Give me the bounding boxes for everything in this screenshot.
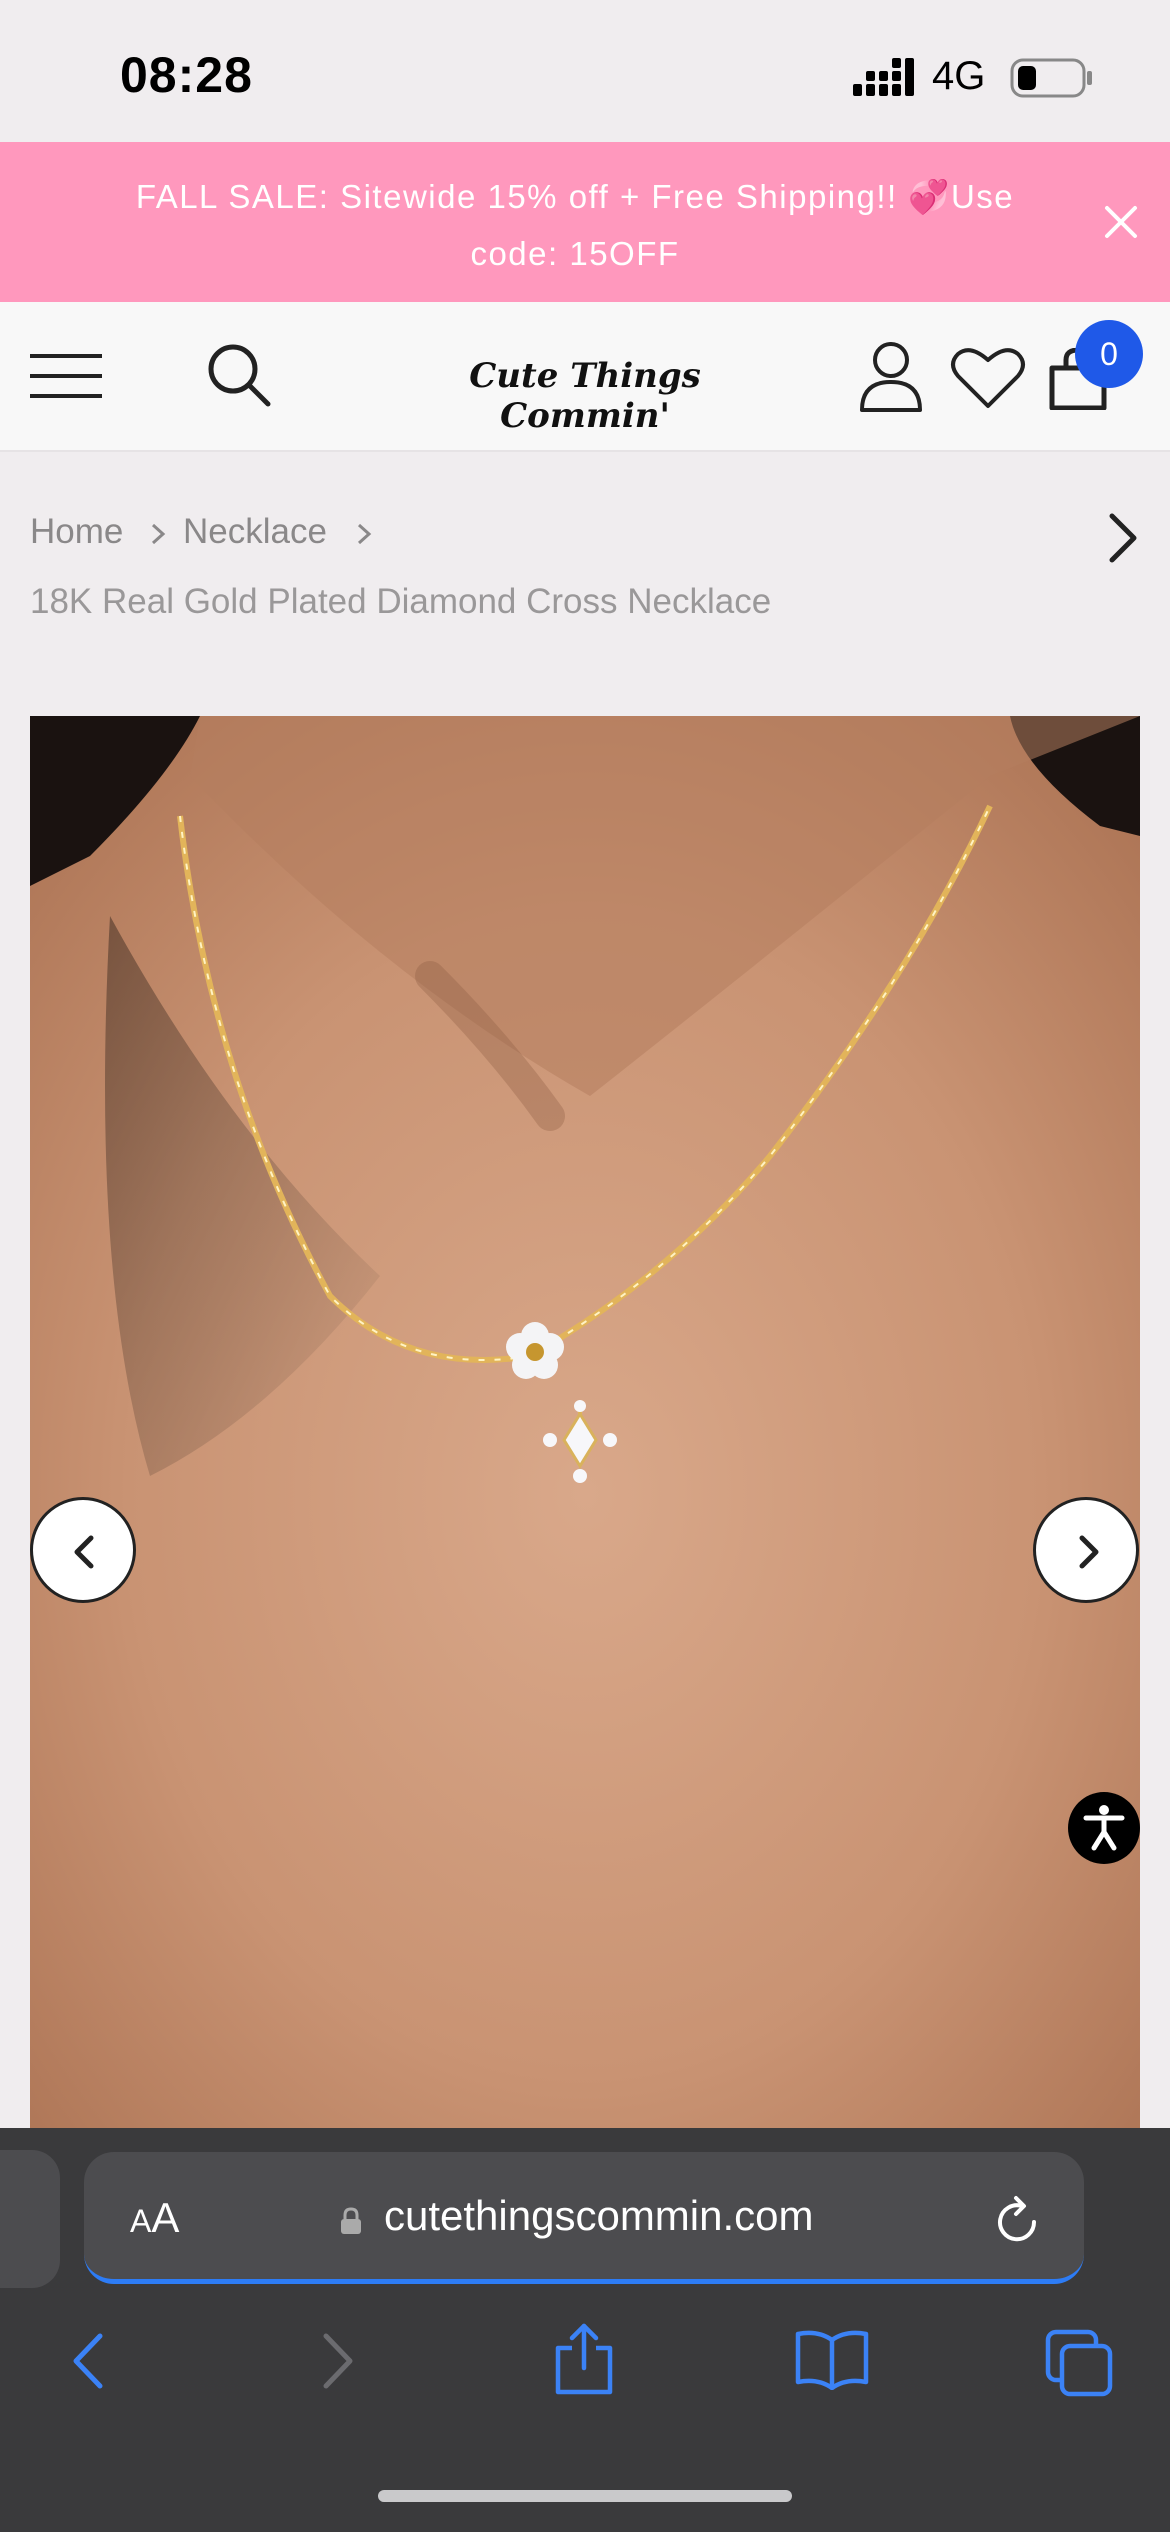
chevron-right-icon [357, 523, 372, 545]
promo-banner: FALL SALE: Sitewide 15% off + Free Shipp… [0, 142, 1170, 302]
necklace-photo [30, 716, 1140, 2130]
text-size-small-label: A [130, 2203, 152, 2239]
gallery-prev-button[interactable] [30, 1497, 136, 1603]
battery-low-icon [1010, 58, 1092, 98]
status-time: 08:28 [120, 47, 253, 103]
network-type: 4G [932, 54, 986, 98]
heart-icon[interactable] [950, 346, 1026, 410]
signal-bars-icon [853, 58, 914, 96]
lock-icon [341, 2207, 361, 2234]
logo-text: Cute Things Commin' [469, 356, 701, 436]
address-bar[interactable]: AA cutethingscommin.com [84, 2152, 1084, 2284]
breadcrumb-home-link[interactable]: Home [30, 512, 123, 552]
breadcrumb: Home Necklace 18K Real Gold Plated Diamo… [30, 512, 1130, 632]
forward-arrow-icon[interactable] [316, 2330, 360, 2392]
text-size-large-label: A [151, 2194, 180, 2241]
text-size-button[interactable]: AA [130, 2194, 179, 2242]
site-header: Cute Things Commin' [0, 302, 1170, 452]
chevron-left-icon [74, 1535, 94, 1569]
accessibility-button[interactable] [1068, 1792, 1140, 1864]
cart-count-badge[interactable]: 0 [1075, 320, 1143, 388]
home-indicator[interactable] [378, 2490, 792, 2502]
promo-text: FALL SALE: Sitewide 15% off + Free Shipp… [135, 178, 1015, 272]
share-icon[interactable] [552, 2322, 616, 2396]
status-bar: 08:28 4G [0, 0, 1170, 142]
previous-tab-preview[interactable] [0, 2150, 60, 2288]
url-text[interactable]: cutethingscommin.com [384, 2192, 814, 2240]
bookmarks-icon[interactable] [794, 2328, 870, 2390]
accessibility-icon [1083, 1805, 1125, 1851]
chevron-right-icon [1079, 1535, 1099, 1569]
product-image[interactable] [30, 716, 1140, 2130]
back-arrow-icon[interactable] [66, 2330, 110, 2392]
user-account-icon[interactable] [858, 340, 924, 412]
chevron-right-icon [151, 523, 166, 545]
gallery-next-button[interactable] [1033, 1497, 1139, 1603]
site-logo[interactable]: Cute Things Commin' [420, 342, 750, 436]
close-icon[interactable] [1093, 194, 1149, 250]
breadcrumb-category-link[interactable]: Necklace [183, 512, 327, 552]
tabs-icon[interactable] [1044, 2328, 1114, 2398]
chevron-right-icon[interactable] [1100, 510, 1146, 566]
breadcrumb-current-page: 18K Real Gold Plated Diamond Cross Neckl… [30, 582, 772, 621]
reload-icon[interactable] [992, 2194, 1042, 2246]
hamburger-menu-icon[interactable] [30, 346, 102, 406]
search-icon[interactable] [206, 342, 272, 408]
